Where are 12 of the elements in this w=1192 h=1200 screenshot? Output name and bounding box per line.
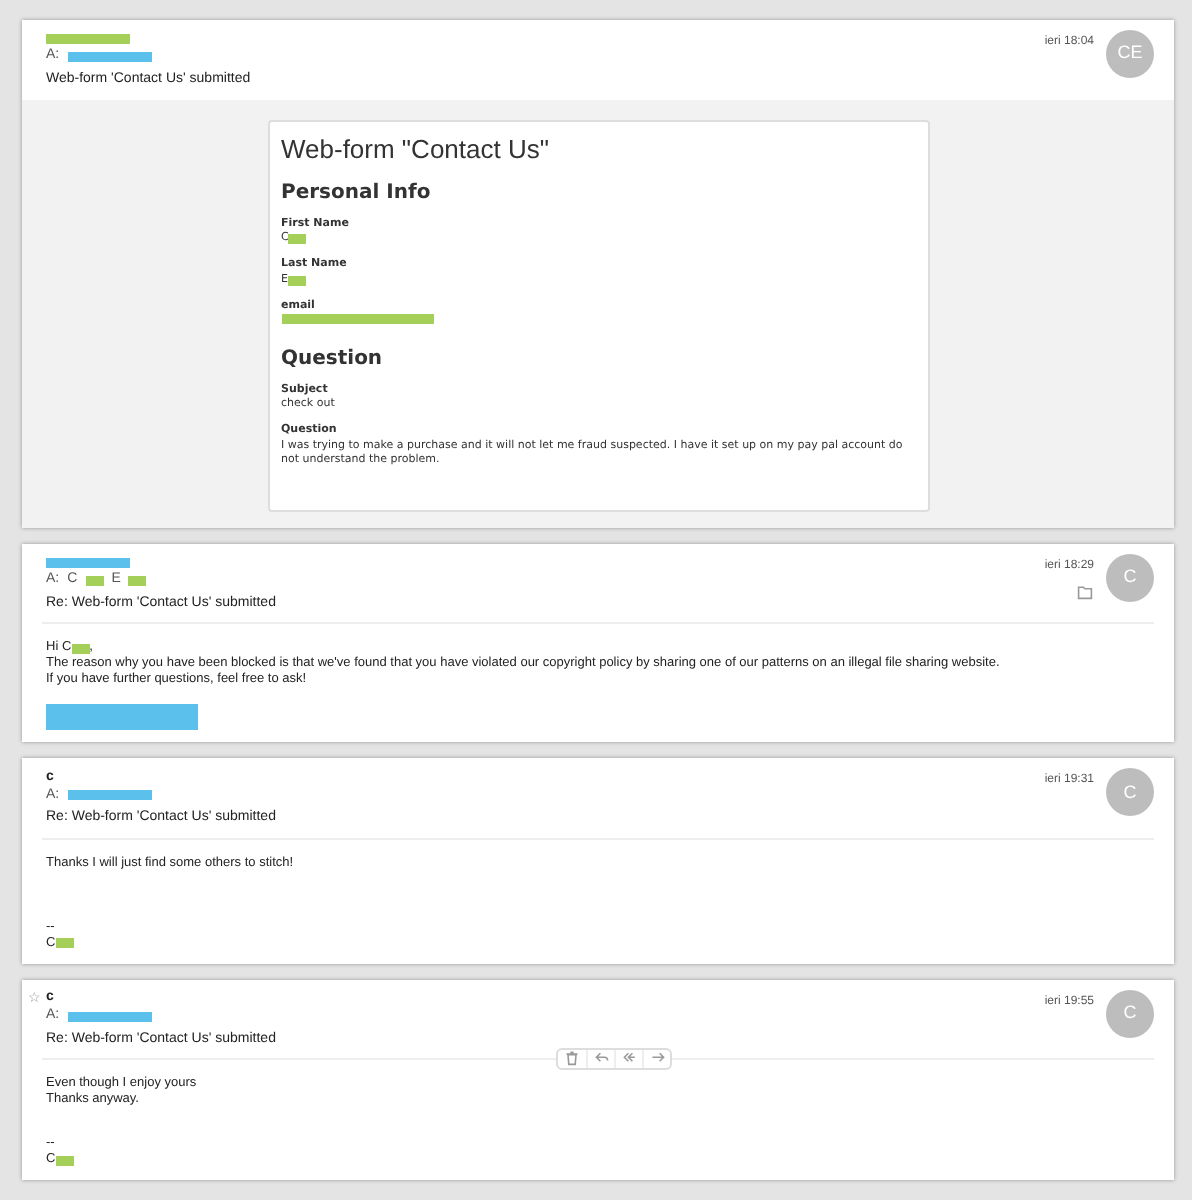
avatar: C bbox=[1106, 989, 1154, 1038]
avatar: C bbox=[1106, 553, 1154, 602]
folder-icon[interactable] bbox=[1076, 583, 1094, 600]
reply-all-icon[interactable] bbox=[621, 1050, 637, 1067]
reply-icon[interactable] bbox=[593, 1050, 609, 1067]
avatar: CE bbox=[1106, 30, 1154, 78]
avatar: C bbox=[1106, 768, 1154, 817]
section-heading: Personal Info bbox=[281, 180, 433, 208]
forward-icon[interactable] bbox=[649, 1050, 665, 1067]
form-title: Web-form "Contact Us" bbox=[281, 131, 551, 167]
trash-icon[interactable] bbox=[564, 1050, 580, 1067]
section-heading: Question bbox=[281, 346, 385, 375]
